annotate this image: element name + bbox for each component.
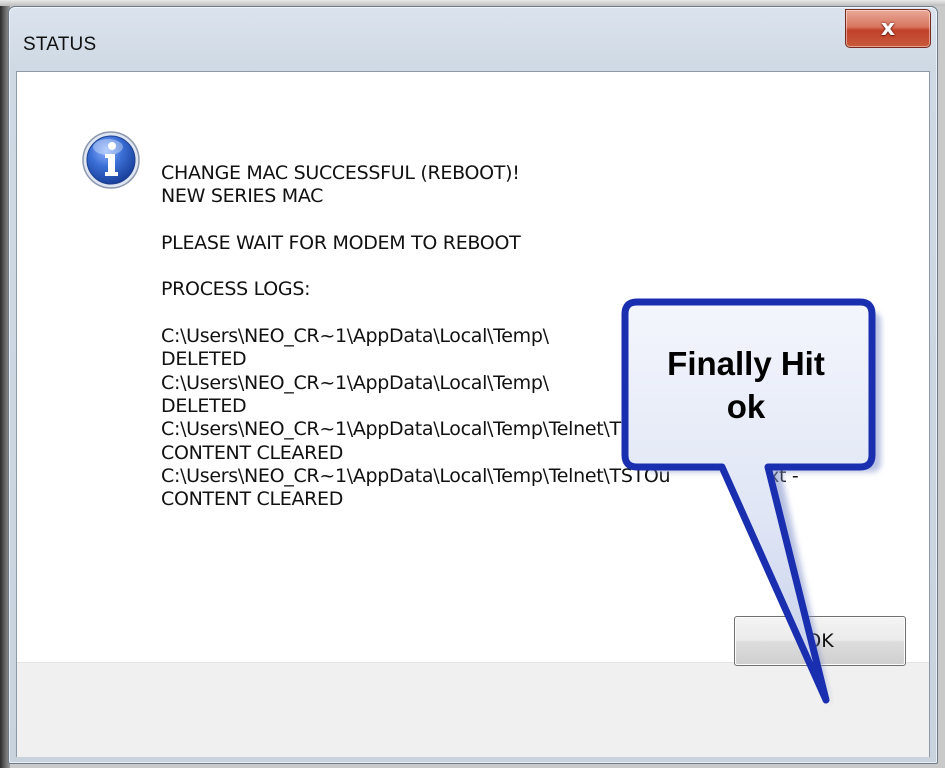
button-footer (17, 662, 929, 757)
annotation-text: Finally Hit ok (628, 342, 864, 428)
log-path: C:\Users\NEO_CR~1\AppData\Local\Temp\Tel… (161, 465, 901, 488)
message-line: CHANGE MAC SUCCESSFUL (REBOOT)! (161, 162, 520, 184)
message-line (161, 255, 901, 278)
info-icon (82, 131, 140, 189)
message-line: NEW SERIES MAC (161, 185, 324, 208)
message-line: PLEASE WAIT FOR MODEM TO REBOOT (161, 231, 521, 254)
close-button[interactable]: x (845, 9, 931, 48)
message-line: PROCESS LOGS: (161, 278, 311, 301)
message-line (161, 209, 901, 232)
ok-button[interactable]: OK (734, 616, 906, 666)
annotation-line: ok (726, 388, 766, 425)
close-icon: x (880, 16, 896, 41)
annotation-line: Finally Hit (667, 345, 825, 382)
log-path-tail: ut.txt - (736, 464, 799, 487)
log-status: CONTENT CLEARED (161, 441, 344, 464)
log-path-visible: C:\Users\NEO_CR~1\AppData\Local\Temp\Tel… (161, 464, 671, 487)
message-line (161, 302, 901, 325)
window-title: STATUS (23, 34, 97, 55)
log-status: CONTENT CLEARED (161, 488, 344, 511)
log-path-visible: C:\Users\NEO_CR~1\AppData\Local\Temp\Tel… (161, 418, 650, 441)
title-bar[interactable]: STATUS x (9, 7, 937, 77)
status-message: CHANGE MAC SUCCESSFUL (REBOOT)! NEW SERI… (161, 162, 901, 511)
